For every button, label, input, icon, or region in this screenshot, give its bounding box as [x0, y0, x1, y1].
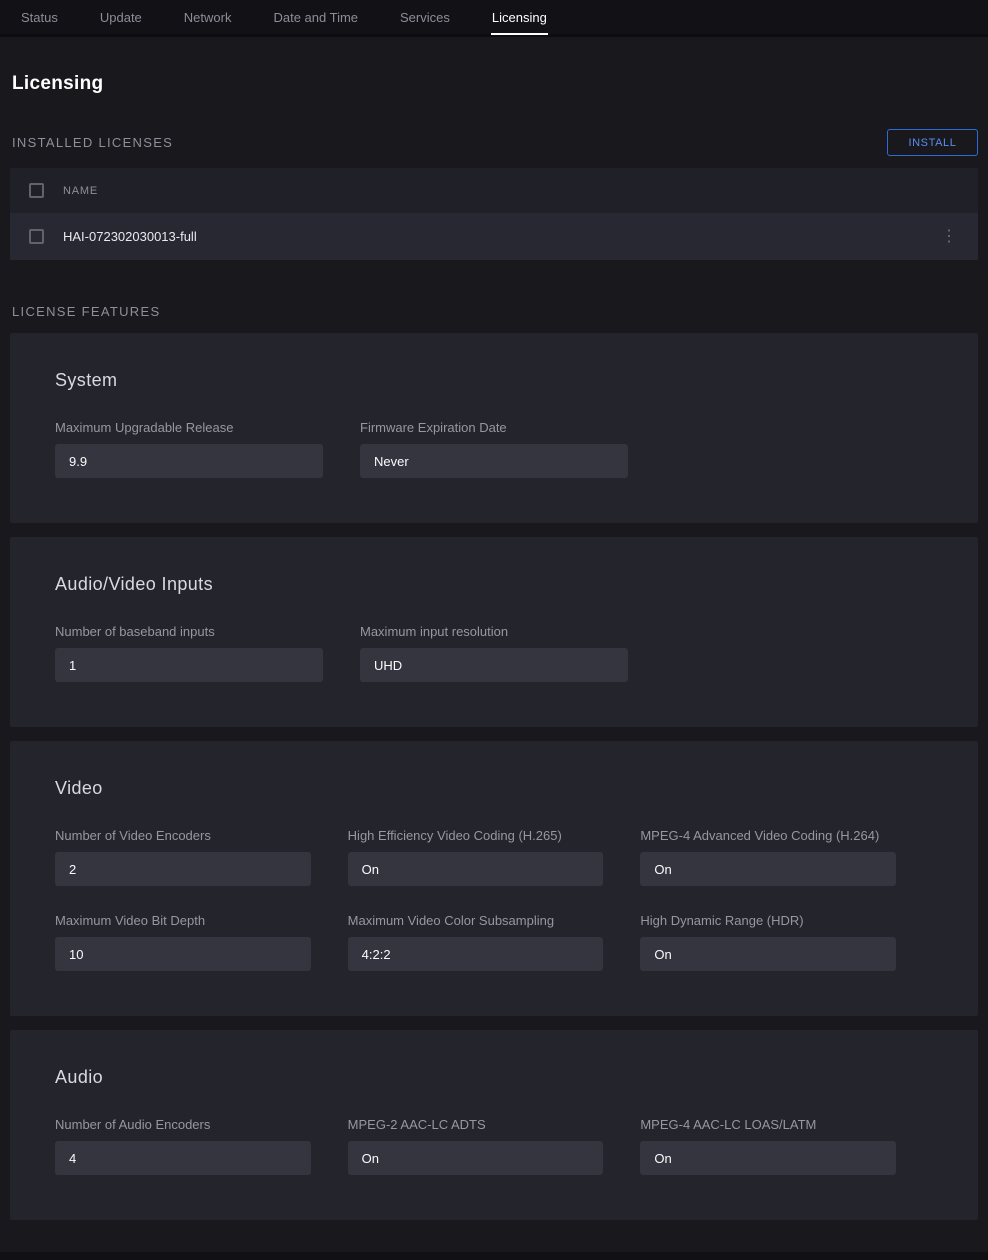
card-video: Video Number of Video Encoders 2 High Ef… [10, 741, 978, 1016]
license-features-label: LICENSE FEATURES [10, 304, 978, 319]
field-row: Number of baseband inputs 1 Maximum inpu… [55, 624, 933, 682]
tab-update[interactable]: Update [79, 0, 163, 34]
field-row: Number of Video Encoders 2 High Efficien… [55, 828, 933, 886]
field-value: On [348, 1141, 604, 1175]
kebab-menu-icon[interactable]: ⋮ [939, 225, 959, 249]
field-label: Maximum Upgradable Release [55, 420, 323, 435]
field-value: Never [360, 444, 628, 478]
field-label: MPEG-2 AAC-LC ADTS [348, 1117, 604, 1132]
field-value: On [640, 852, 896, 886]
card-av-inputs: Audio/Video Inputs Number of baseband in… [10, 537, 978, 727]
card-system: System Maximum Upgradable Release 9.9 Fi… [10, 333, 978, 523]
top-nav: Status Update Network Date and Time Serv… [0, 0, 988, 37]
card-system-title: System [55, 370, 933, 391]
installed-licenses-header: INSTALLED LICENSES INSTALL [10, 129, 978, 156]
page-bottom-edge [0, 1252, 988, 1260]
license-table-row[interactable]: HAI-072302030013-full ⋮ [10, 213, 978, 260]
row-checkbox[interactable] [29, 229, 44, 244]
field-value: On [640, 937, 896, 971]
field-row: Maximum Upgradable Release 9.9 Firmware … [55, 420, 933, 478]
card-audio: Audio Number of Audio Encoders 4 MPEG-2 … [10, 1030, 978, 1220]
licenses-table: NAME HAI-072302030013-full ⋮ [10, 168, 978, 260]
field-label: Number of baseband inputs [55, 624, 323, 639]
field-value: UHD [360, 648, 628, 682]
field-audio-encoders: Number of Audio Encoders 4 [55, 1117, 311, 1175]
tab-network[interactable]: Network [163, 0, 253, 34]
tab-services[interactable]: Services [379, 0, 471, 34]
field-max-upgradable-release: Maximum Upgradable Release 9.9 [55, 420, 323, 478]
field-hdr: High Dynamic Range (HDR) On [640, 913, 896, 971]
field-video-encoders: Number of Video Encoders 2 [55, 828, 311, 886]
field-aac-lc-loas-latm: MPEG-4 AAC-LC LOAS/LATM On [640, 1117, 896, 1175]
field-value: 4 [55, 1141, 311, 1175]
field-label: MPEG-4 AAC-LC LOAS/LATM [640, 1117, 896, 1132]
field-label: Maximum input resolution [360, 624, 628, 639]
install-button[interactable]: INSTALL [887, 129, 978, 156]
table-header-row: NAME [10, 168, 978, 213]
field-avc-h264: MPEG-4 Advanced Video Coding (H.264) On [640, 828, 896, 886]
field-label: Number of Audio Encoders [55, 1117, 311, 1132]
field-value: 1 [55, 648, 323, 682]
name-column-header: NAME [63, 185, 98, 197]
license-name: HAI-072302030013-full [63, 229, 197, 244]
field-max-input-resolution: Maximum input resolution UHD [360, 624, 628, 682]
field-value: 10 [55, 937, 311, 971]
field-label: High Dynamic Range (HDR) [640, 913, 896, 928]
field-row: Maximum Video Bit Depth 10 Maximum Video… [55, 913, 933, 971]
card-av-inputs-title: Audio/Video Inputs [55, 574, 933, 595]
field-firmware-expiration-date: Firmware Expiration Date Never [360, 420, 628, 478]
field-label: Maximum Video Bit Depth [55, 913, 311, 928]
field-hevc-h265: High Efficiency Video Coding (H.265) On [348, 828, 604, 886]
field-label: High Efficiency Video Coding (H.265) [348, 828, 604, 843]
field-value: On [348, 852, 604, 886]
field-value: On [640, 1141, 896, 1175]
select-all-checkbox[interactable] [29, 183, 44, 198]
card-video-title: Video [55, 778, 933, 799]
tab-date-and-time[interactable]: Date and Time [252, 0, 379, 34]
main-content: Licensing INSTALLED LICENSES INSTALL NAM… [0, 73, 988, 1220]
field-label: Maximum Video Color Subsampling [348, 913, 604, 928]
field-value: 9.9 [55, 444, 323, 478]
field-value: 4:2:2 [348, 937, 604, 971]
page-title: Licensing [12, 73, 978, 95]
field-baseband-inputs: Number of baseband inputs 1 [55, 624, 323, 682]
field-color-subsampling: Maximum Video Color Subsampling 4:2:2 [348, 913, 604, 971]
field-max-bit-depth: Maximum Video Bit Depth 10 [55, 913, 311, 971]
field-row: Number of Audio Encoders 4 MPEG-2 AAC-LC… [55, 1117, 933, 1175]
field-aac-lc-adts: MPEG-2 AAC-LC ADTS On [348, 1117, 604, 1175]
field-label: Number of Video Encoders [55, 828, 311, 843]
field-value: 2 [55, 852, 311, 886]
field-label: MPEG-4 Advanced Video Coding (H.264) [640, 828, 896, 843]
tab-licensing[interactable]: Licensing [471, 0, 568, 34]
field-label: Firmware Expiration Date [360, 420, 628, 435]
installed-licenses-label: INSTALLED LICENSES [10, 135, 173, 150]
tab-status[interactable]: Status [0, 0, 79, 34]
card-audio-title: Audio [55, 1067, 933, 1088]
